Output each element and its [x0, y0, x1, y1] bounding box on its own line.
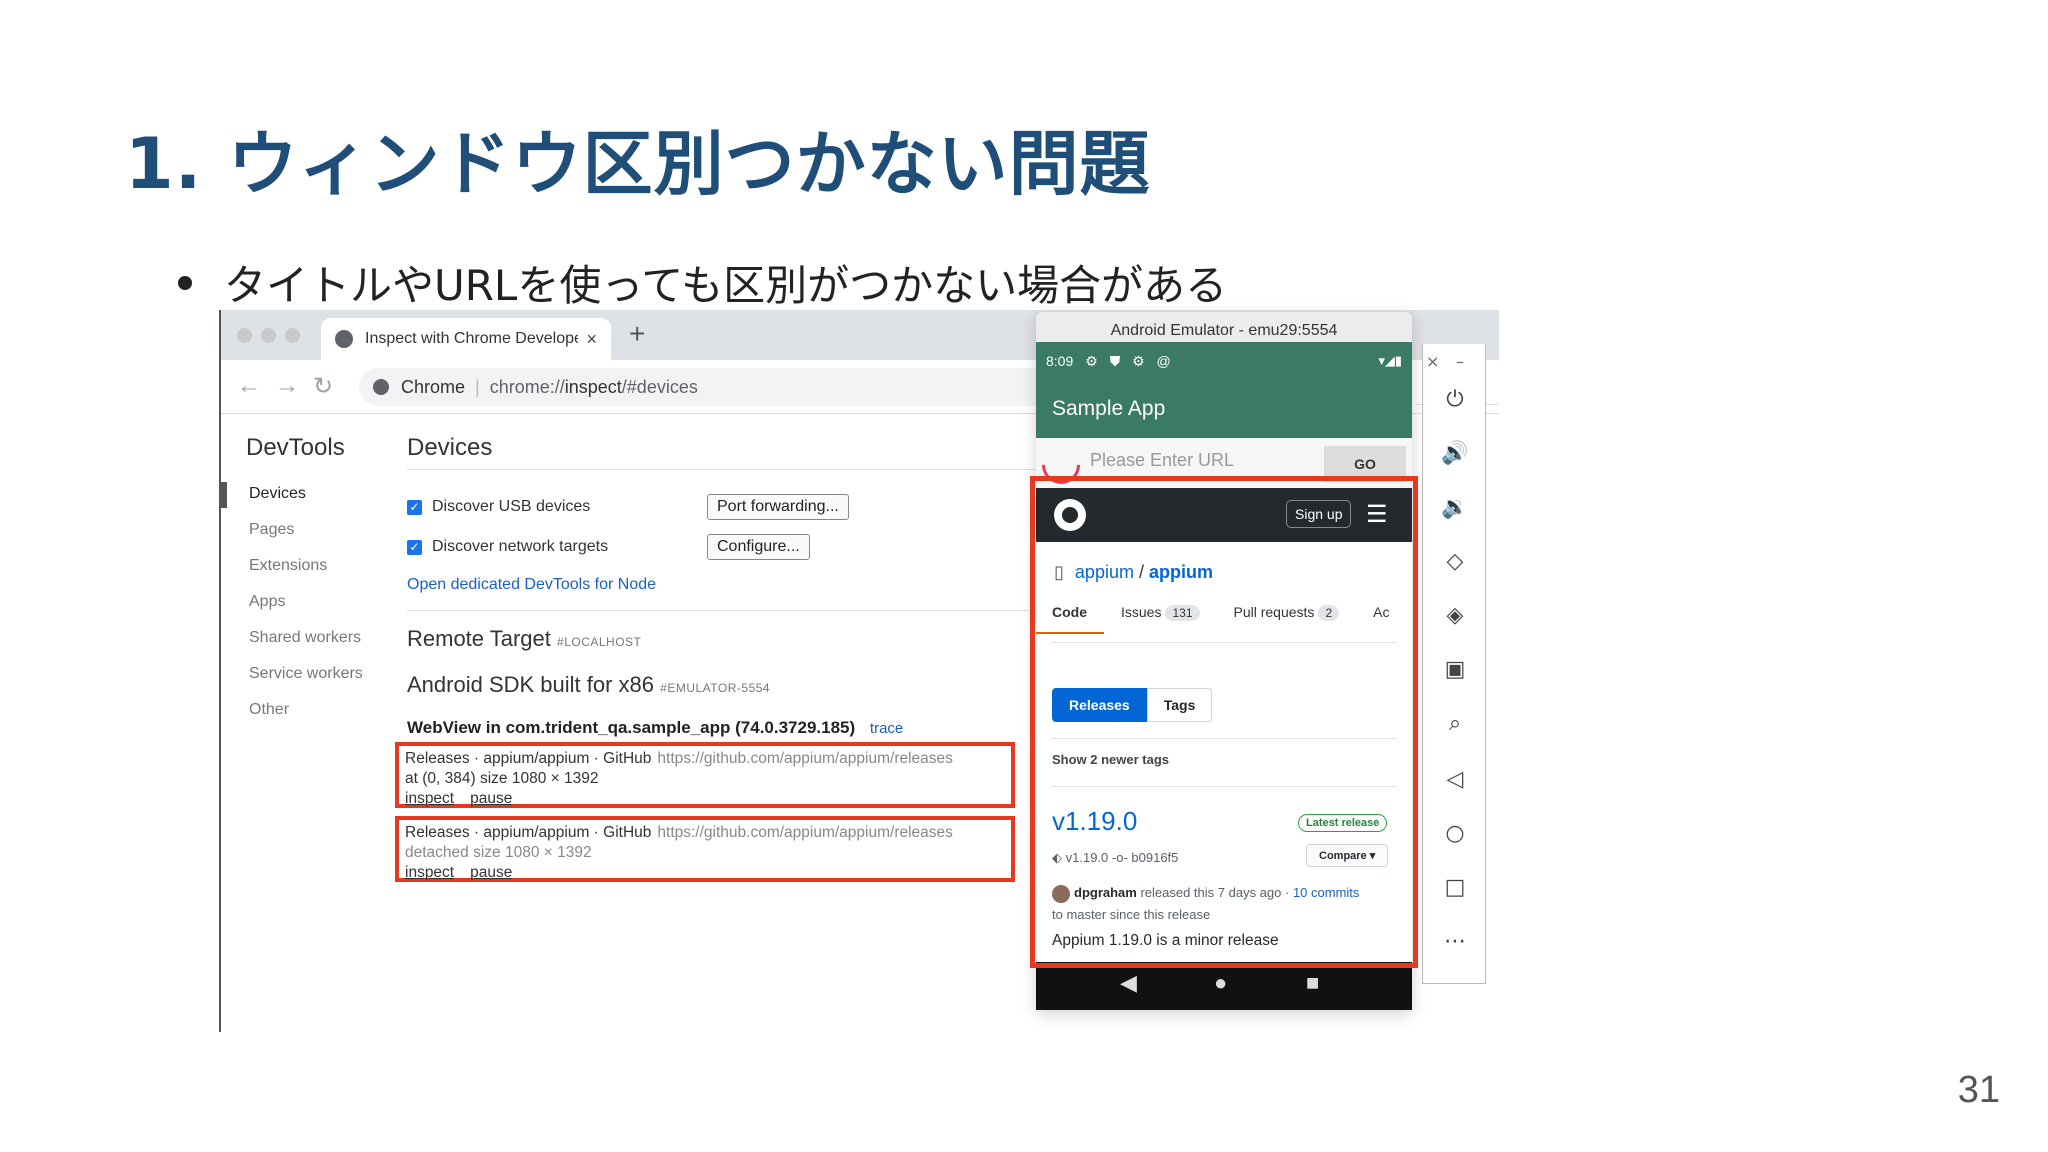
nav-apps[interactable]: Apps [221, 584, 363, 620]
minimize-window-dot[interactable] [261, 328, 276, 343]
home-icon[interactable]: ○ [1441, 820, 1469, 848]
bullet-dot [178, 275, 192, 290]
reload-icon[interactable]: ↻ [313, 372, 333, 401]
back-icon[interactable]: ◁ [1441, 766, 1469, 794]
open-node-devtools-link[interactable]: Open dedicated DevTools for Node [407, 576, 656, 594]
network-option[interactable]: ✓ Discover network targets [407, 538, 608, 556]
forward-arrow-icon[interactable]: → [275, 372, 299, 400]
back-arrow-icon[interactable]: ← [237, 372, 261, 400]
nav-pages[interactable]: Pages [221, 512, 363, 548]
omnibox-separator: | [475, 376, 480, 397]
target-1-actions: inspect pause [405, 790, 528, 808]
usb-option[interactable]: ✓ Discover USB devices [407, 498, 590, 516]
usb-checkbox[interactable]: ✓ [407, 499, 422, 515]
remote-target-tag: #LOCALHOST [557, 635, 642, 649]
target-1-title-row: Releases · appium/appium · GitHub https:/… [405, 750, 953, 768]
target-2-url: https://github.com/appium/appium/release… [657, 824, 953, 841]
port-forwarding-button[interactable]: Port forwarding... [707, 494, 849, 520]
nav-other[interactable]: Other [221, 692, 363, 728]
nav-service-workers[interactable]: Service workers [221, 656, 363, 692]
network-checkbox[interactable]: ✓ [407, 539, 422, 555]
nav-recent-icon[interactable]: ■ [1306, 970, 1319, 996]
zoom-icon[interactable]: ⌕ [1441, 710, 1469, 738]
more-icon[interactable]: ⋯ [1441, 928, 1469, 956]
webview-label: WebView in com.trident_qa.sample_app (74… [407, 718, 856, 737]
nav-devices[interactable]: Devices [221, 476, 363, 512]
camera-icon[interactable]: ▣ [1441, 656, 1469, 684]
url-path: /#devices [621, 376, 698, 397]
emulator-side-panel: ⏻ 🔊 🔉 ◇ ◈ ▣ ⌕ ◁ ○ □ ⋯ [1422, 344, 1486, 984]
url-prefix: chrome:// [489, 376, 565, 397]
emulator-title: Android Emulator - emu29:5554 [1036, 312, 1412, 342]
page-number: 31 [1957, 1069, 2000, 1111]
target-1-url: https://github.com/appium/appium/release… [657, 750, 953, 767]
nav-extensions[interactable]: Extensions [221, 548, 363, 584]
highlight-box-webview [1030, 476, 1418, 968]
target-1-title: Releases · appium/appium · GitHub [405, 750, 652, 767]
rotate-left-icon[interactable]: ◇ [1441, 548, 1469, 576]
remote-target-label: Remote Target [407, 626, 551, 651]
bullet-point: タイトルやURLを使っても区別がつかない場合がある [178, 252, 1227, 313]
devtools-nav: Devices Pages Extensions Apps Shared wor… [221, 476, 363, 728]
trace-link[interactable]: trace [870, 720, 903, 737]
remote-target-heading: Remote Target #LOCALHOST [407, 626, 641, 652]
target-1-info: at (0, 384) size 1080 × 1392 [405, 770, 599, 787]
target-1-inspect-link[interactable]: inspect [405, 790, 454, 807]
nav-shared-workers[interactable]: Shared workers [221, 620, 363, 656]
section-divider [407, 610, 1047, 611]
target-2-inspect-link[interactable]: inspect [405, 864, 454, 881]
tab-title: Inspect with Chrome Develope [365, 330, 579, 347]
power-icon[interactable]: ⏻ [1441, 386, 1469, 414]
target-2-actions: inspect pause [405, 864, 528, 882]
target-2-title-row: Releases · appium/appium · GitHub https:/… [405, 824, 953, 842]
emulator-minimize-icon[interactable]: – [1456, 352, 1464, 371]
rotate-right-icon[interactable]: ◈ [1441, 602, 1469, 630]
volume-up-icon[interactable]: 🔊 [1441, 440, 1469, 468]
nav-back-icon[interactable]: ◀ [1120, 970, 1137, 996]
status-bar: 8:09 ⚙ ⛊ ⚙ @ ▾◢▮ [1036, 342, 1412, 380]
maximize-window-dot[interactable] [285, 328, 300, 343]
origin-label: Chrome [401, 376, 466, 397]
chrome-icon [335, 330, 353, 348]
status-icons: ⚙ ⛊ ⚙ @ [1085, 352, 1175, 369]
target-1-pause-link[interactable]: pause [470, 790, 512, 807]
webview-heading: WebView in com.trident_qa.sample_app (74… [407, 718, 903, 738]
usb-label: Discover USB devices [432, 498, 591, 515]
devtools-heading: DevTools [246, 434, 345, 461]
close-tab-icon[interactable]: × [586, 329, 597, 350]
network-label: Discover network targets [432, 538, 609, 555]
tab-inspect[interactable]: Inspect with Chrome Develope × [321, 318, 611, 360]
device-name: Android SDK built for x86 [407, 672, 655, 697]
url-host: inspect [564, 376, 622, 397]
overview-icon[interactable]: □ [1441, 874, 1469, 902]
bullet-text: タイトルやURLを使っても区別がつかない場合がある [224, 261, 1228, 310]
close-window-dot[interactable] [237, 328, 252, 343]
emulator-close-icon[interactable]: × [1426, 352, 1439, 371]
android-nav-bar: ◀ ● ■ [1036, 962, 1412, 1010]
site-info-icon[interactable] [373, 379, 389, 395]
slide-title: 1. ウィンドウ区別つかない問題 [125, 123, 1151, 205]
status-time: 8:09 [1046, 353, 1074, 369]
device-heading: Android SDK built for x86 #EMULATOR-5554 [407, 672, 770, 698]
target-2-info: detached size 1080 × 1392 [405, 844, 592, 861]
nav-home-icon[interactable]: ● [1214, 970, 1227, 996]
target-2-pause-link[interactable]: pause [470, 864, 512, 881]
new-tab-button[interactable]: + [629, 318, 645, 350]
signal-battery-icon: ▾◢▮ [1378, 353, 1402, 368]
devices-title: Devices [407, 434, 1047, 470]
configure-button[interactable]: Configure... [707, 534, 810, 560]
app-title: Sample App [1036, 380, 1412, 438]
volume-down-icon[interactable]: 🔉 [1441, 494, 1469, 522]
device-tag: #EMULATOR-5554 [660, 681, 771, 695]
target-2-title: Releases · appium/appium · GitHub [405, 824, 652, 841]
